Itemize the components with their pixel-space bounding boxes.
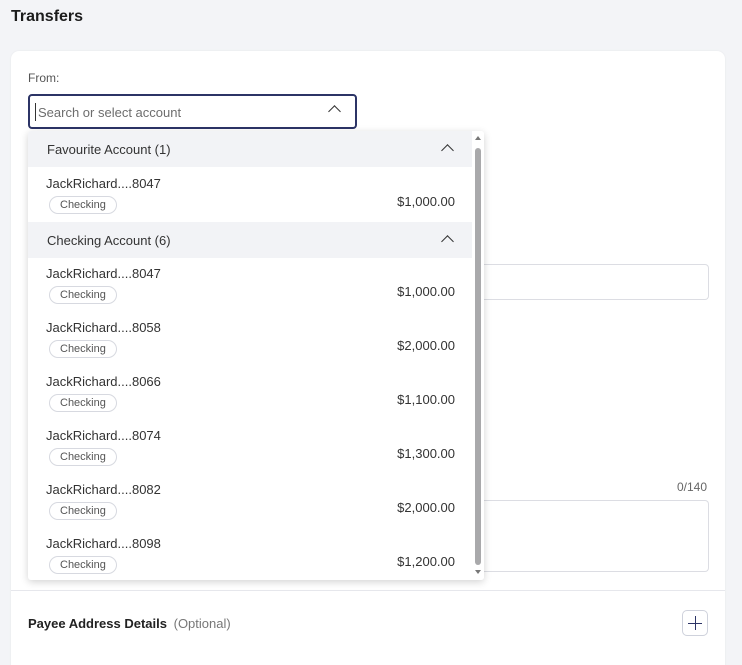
account-type-badge: Checking — [49, 340, 117, 358]
from-label: From: — [28, 71, 60, 85]
add-payee-address-button[interactable] — [682, 610, 708, 636]
group-label: Checking Account (6) — [47, 233, 171, 248]
account-type-badge: Checking — [49, 556, 117, 574]
account-option[interactable]: JackRichard....8074 Checking $1,300.00 — [28, 419, 472, 473]
account-type-badge: Checking — [49, 286, 117, 304]
chevron-up-icon[interactable] — [328, 105, 341, 118]
account-option[interactable]: JackRichard....8098 Checking $1,200.00 — [28, 527, 472, 580]
account-dropdown-list: Favourite Account (1) JackRichard....804… — [28, 131, 484, 580]
char-counter: 0/140 — [677, 480, 708, 494]
account-option[interactable]: JackRichard....8082 Checking $2,000.00 — [28, 473, 472, 527]
page-title: Transfers — [11, 8, 84, 25]
account-balance: $1,000.00 — [397, 284, 455, 299]
account-name: JackRichard....8047 — [46, 176, 161, 191]
account-type-badge: Checking — [49, 196, 117, 214]
account-name: JackRichard....8058 — [46, 320, 161, 335]
account-type-badge: Checking — [49, 394, 117, 412]
account-option[interactable]: JackRichard....8047 Checking $1,000.00 — [28, 257, 472, 311]
account-name: JackRichard....8074 — [46, 428, 161, 443]
group-header-favourite[interactable]: Favourite Account (1) — [28, 131, 472, 167]
scrollbar-thumb[interactable] — [475, 148, 481, 565]
account-type-badge: Checking — [49, 502, 117, 520]
group-label: Favourite Account (1) — [47, 142, 171, 157]
group-header-checking[interactable]: Checking Account (6) — [28, 222, 472, 258]
section-divider — [11, 590, 725, 591]
scroll-up-arrow-icon[interactable] — [475, 136, 481, 140]
chevron-up-icon[interactable] — [441, 235, 454, 248]
account-option[interactable]: JackRichard....8066 Checking $1,100.00 — [28, 365, 472, 419]
account-balance: $1,000.00 — [397, 194, 455, 209]
payee-address-optional: (Optional) — [173, 616, 231, 631]
account-option[interactable]: JackRichard....8058 Checking $2,000.00 — [28, 311, 472, 365]
payee-address-section-label: Payee Address Details (Optional) — [28, 616, 231, 631]
chevron-up-icon[interactable] — [441, 144, 454, 157]
account-name: JackRichard....8098 — [46, 536, 161, 551]
payee-address-title: Payee Address Details — [28, 616, 167, 631]
account-balance: $2,000.00 — [397, 338, 455, 353]
account-balance: $1,300.00 — [397, 446, 455, 461]
account-type-badge: Checking — [49, 448, 117, 466]
amount-field-background[interactable] — [470, 264, 709, 300]
account-name: JackRichard....8066 — [46, 374, 161, 389]
account-balance: $1,200.00 — [397, 554, 455, 569]
account-balance: $1,100.00 — [397, 392, 455, 407]
account-name: JackRichard....8047 — [46, 266, 161, 281]
account-search-input[interactable] — [35, 103, 305, 121]
account-name: JackRichard....8082 — [46, 482, 161, 497]
dropdown-scrollbar[interactable] — [472, 131, 484, 580]
account-option[interactable]: JackRichard....8047 Checking $1,000.00 — [28, 167, 472, 221]
from-account-combobox[interactable] — [28, 94, 357, 129]
account-balance: $2,000.00 — [397, 500, 455, 515]
scroll-down-arrow-icon[interactable] — [475, 570, 481, 574]
memo-field-background[interactable] — [470, 500, 709, 572]
